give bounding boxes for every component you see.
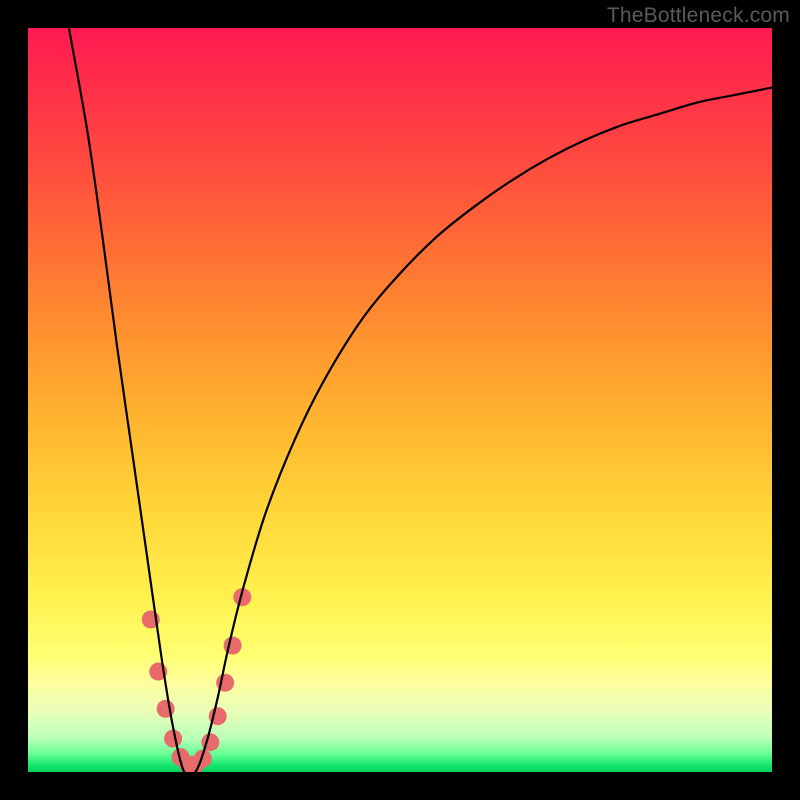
chart-frame: TheBottleneck.com bbox=[0, 0, 800, 800]
curve-markers bbox=[142, 588, 252, 772]
watermark-text: TheBottleneck.com bbox=[607, 4, 790, 28]
bottleneck-curve bbox=[69, 28, 772, 772]
curve-marker bbox=[224, 637, 242, 655]
curve-marker bbox=[157, 700, 175, 718]
curve-layer bbox=[28, 28, 772, 772]
plot-area bbox=[28, 28, 772, 772]
